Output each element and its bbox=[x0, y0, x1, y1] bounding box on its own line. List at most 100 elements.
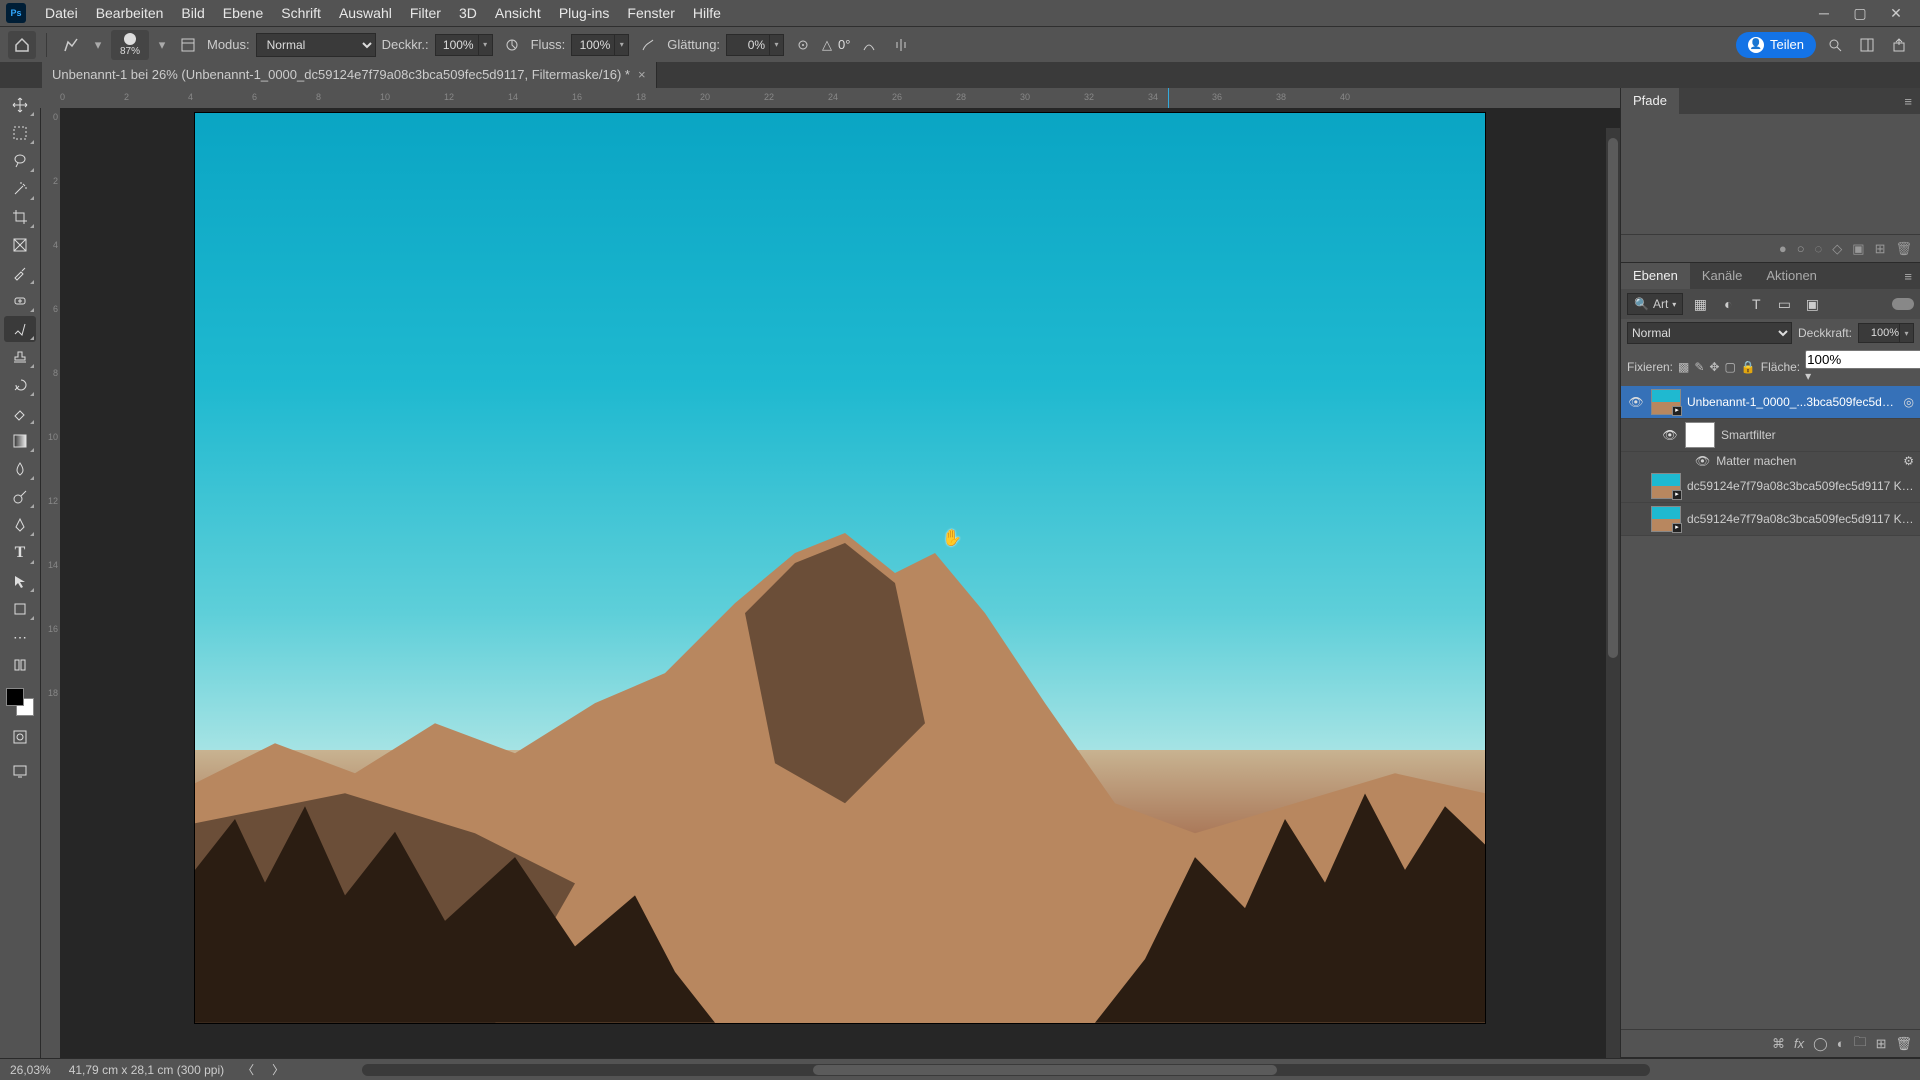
crop-tool[interactable] bbox=[4, 204, 36, 230]
vertical-scrollbar[interactable] bbox=[1606, 128, 1620, 1058]
flow-chevron-icon[interactable]: ▾ bbox=[615, 34, 629, 56]
brush-tool[interactable] bbox=[4, 316, 36, 342]
pen-tool[interactable] bbox=[4, 512, 36, 538]
marquee-tool[interactable] bbox=[4, 120, 36, 146]
delete-layer-icon[interactable]: 🗑 bbox=[1895, 1036, 1912, 1052]
filter-shape-icon[interactable]: ▭ bbox=[1773, 293, 1795, 315]
wand-tool[interactable] bbox=[4, 176, 36, 202]
color-swatches[interactable] bbox=[6, 688, 34, 716]
menu-ebene[interactable]: Ebene bbox=[214, 0, 272, 26]
vertical-ruler[interactable]: 0 2 4 6 8 10 12 14 16 18 bbox=[40, 108, 60, 1058]
visibility-toggle-icon[interactable]: 👁 bbox=[1695, 454, 1710, 468]
filter-name[interactable]: Matter machen bbox=[1716, 454, 1796, 468]
status-chevron-left-icon[interactable]: 〈 bbox=[242, 1061, 254, 1078]
menu-fenster[interactable]: Fenster bbox=[618, 0, 683, 26]
quickmask-button[interactable] bbox=[4, 724, 36, 750]
opacity-input[interactable] bbox=[435, 34, 479, 56]
type-tool[interactable]: T bbox=[4, 540, 36, 566]
menu-ansicht[interactable]: Ansicht bbox=[486, 0, 550, 26]
smoothing-input[interactable] bbox=[726, 34, 770, 56]
filter-toggle[interactable] bbox=[1892, 298, 1914, 310]
screenmode-button[interactable] bbox=[4, 758, 36, 784]
visibility-toggle-icon[interactable]: 👁 bbox=[1627, 395, 1645, 409]
layer-thumbnail[interactable]: ▸ bbox=[1651, 389, 1681, 415]
layer-thumbnail[interactable]: ▸ bbox=[1651, 473, 1681, 499]
tab-ebenen[interactable]: Ebenen bbox=[1621, 263, 1690, 289]
more-tools[interactable]: ⋯ bbox=[4, 624, 36, 650]
add-mask-icon[interactable]: ▣ bbox=[1852, 241, 1864, 257]
airbrush-icon[interactable] bbox=[635, 32, 661, 58]
filter-mask-thumbnail[interactable] bbox=[1685, 422, 1715, 448]
layer-row[interactable]: ▸ dc59124e7f79a08c3bca509fec5d9117 Kopie… bbox=[1621, 503, 1920, 536]
layer-blend-mode-select[interactable]: Normal bbox=[1627, 322, 1792, 344]
add-mask-icon[interactable]: ◯ bbox=[1813, 1036, 1828, 1052]
search-icon[interactable] bbox=[1822, 32, 1848, 58]
smoothing-options-icon[interactable] bbox=[790, 32, 816, 58]
heal-tool[interactable] bbox=[4, 288, 36, 314]
size-pressure-icon[interactable] bbox=[856, 32, 882, 58]
lock-position-icon[interactable]: ✥ bbox=[1709, 358, 1719, 376]
brush-chevron-icon[interactable]: ▾ bbox=[155, 37, 169, 53]
new-group-icon[interactable]: 🗀 bbox=[1854, 1033, 1867, 1055]
window-close-button[interactable]: ✕ bbox=[1878, 0, 1914, 26]
eraser-tool[interactable] bbox=[4, 400, 36, 426]
menu-plugins[interactable]: Plug-ins bbox=[550, 0, 619, 26]
layers-panel-menu-icon[interactable]: ≡ bbox=[1896, 269, 1920, 284]
new-layer-icon[interactable]: ⊞ bbox=[1876, 1036, 1887, 1052]
tool-preset-chevron-icon[interactable]: ▾ bbox=[91, 37, 105, 53]
opacity-pressure-icon[interactable] bbox=[499, 32, 525, 58]
filter-item[interactable]: 👁 Matter machen ⚙ bbox=[1621, 452, 1920, 470]
eyedropper-tool[interactable] bbox=[4, 260, 36, 286]
history-brush-tool[interactable] bbox=[4, 372, 36, 398]
menu-filter[interactable]: Filter bbox=[401, 0, 450, 26]
filter-options-icon[interactable]: ⚙ bbox=[1903, 454, 1914, 468]
move-tool[interactable] bbox=[4, 92, 36, 118]
document-info[interactable]: 41,79 cm x 28,1 cm (300 ppi) bbox=[69, 1063, 224, 1077]
link-layers-icon[interactable]: ⌘ bbox=[1772, 1036, 1785, 1052]
tab-pfade[interactable]: Pfade bbox=[1621, 88, 1679, 114]
stroke-path-icon[interactable]: ○ bbox=[1797, 241, 1805, 256]
edit-toolbar[interactable] bbox=[4, 652, 36, 678]
blend-mode-select[interactable]: Normal bbox=[256, 33, 376, 57]
flow-input[interactable] bbox=[571, 34, 615, 56]
layer-name[interactable]: Unbenannt-1_0000_...3bca509fec5d9117 bbox=[1687, 395, 1898, 409]
horizontal-ruler[interactable]: 0 2 4 6 8 10 12 14 16 18 20 22 24 26 28 … bbox=[40, 88, 1620, 108]
fill-path-icon[interactable]: ● bbox=[1779, 241, 1787, 256]
delete-path-icon[interactable]: 🗑 bbox=[1895, 241, 1912, 257]
tab-kanaele[interactable]: Kanäle bbox=[1690, 263, 1754, 289]
status-chevron-right-icon[interactable]: 〉 bbox=[272, 1061, 284, 1078]
menu-auswahl[interactable]: Auswahl bbox=[330, 0, 401, 26]
lasso-tool[interactable] bbox=[4, 148, 36, 174]
layer-fx-icon[interactable]: fx bbox=[1794, 1036, 1804, 1051]
filter-pixel-icon[interactable]: ▦ bbox=[1689, 293, 1711, 315]
visibility-toggle-icon[interactable]: 👁 bbox=[1661, 428, 1679, 442]
workspace-icon[interactable] bbox=[1854, 32, 1880, 58]
window-maximize-button[interactable]: ▢ bbox=[1842, 0, 1878, 26]
menu-datei[interactable]: Datei bbox=[36, 0, 87, 26]
frame-tool[interactable] bbox=[4, 232, 36, 258]
foreground-color-swatch[interactable] bbox=[6, 688, 24, 706]
shape-tool[interactable] bbox=[4, 596, 36, 622]
menu-hilfe[interactable]: Hilfe bbox=[684, 0, 730, 26]
menu-schrift[interactable]: Schrift bbox=[272, 0, 330, 26]
selection-from-path-icon[interactable]: ◌ bbox=[1815, 241, 1823, 256]
canvas[interactable]: ✋ bbox=[60, 108, 1620, 1058]
opacity-chevron-icon[interactable]: ▾ bbox=[479, 34, 493, 56]
window-minimize-button[interactable]: ─ bbox=[1806, 0, 1842, 26]
close-tab-icon[interactable]: × bbox=[638, 62, 646, 88]
lock-pixels-icon[interactable]: ✎ bbox=[1694, 358, 1704, 376]
layer-fill-input[interactable] bbox=[1805, 350, 1920, 369]
brush-preset-picker[interactable]: 87% bbox=[111, 30, 149, 60]
layer-name[interactable]: dc59124e7f79a08c3bca509fec5d9117 Kopie 2 bbox=[1687, 512, 1914, 526]
export-icon[interactable] bbox=[1886, 32, 1912, 58]
filter-smart-icon[interactable]: ▣ bbox=[1801, 293, 1823, 315]
layer-filter-kind[interactable]: 🔍 Art ▾ bbox=[1627, 293, 1683, 315]
gradient-tool[interactable] bbox=[4, 428, 36, 454]
tab-aktionen[interactable]: Aktionen bbox=[1754, 263, 1829, 289]
blur-tool[interactable] bbox=[4, 456, 36, 482]
filter-type-icon[interactable]: T bbox=[1745, 293, 1767, 315]
smartfilter-row[interactable]: 👁 Smartfilter bbox=[1621, 419, 1920, 452]
zoom-level[interactable]: 26,03% bbox=[10, 1063, 51, 1077]
new-path-icon[interactable]: ⊞ bbox=[1875, 241, 1886, 257]
layer-thumbnail[interactable]: ▸ bbox=[1651, 506, 1681, 532]
